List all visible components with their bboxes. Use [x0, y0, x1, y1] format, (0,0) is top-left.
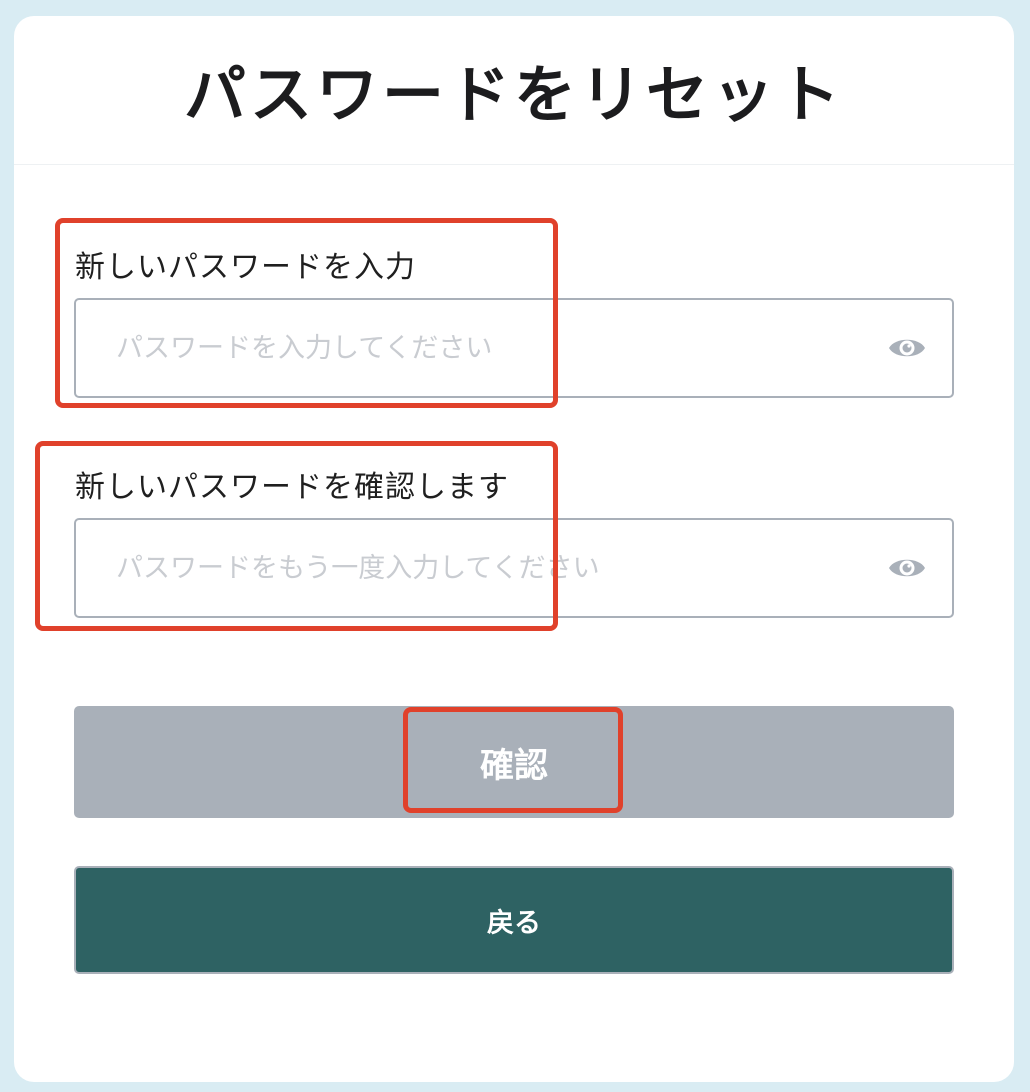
eye-icon [889, 559, 925, 577]
new-password-label: 新しいパスワードを入力 [75, 250, 416, 285]
back-button[interactable]: 戻る [74, 866, 954, 974]
new-password-visibility-toggle[interactable] [888, 333, 926, 363]
new-password-field-wrapper [74, 298, 954, 398]
card-header: パスワードをリセット [14, 16, 1014, 165]
eye-icon [889, 339, 925, 357]
confirm-password-label: 新しいパスワードを確認します [75, 470, 509, 505]
confirm-password-input[interactable] [76, 520, 952, 616]
confirm-button[interactable]: 確認 [74, 706, 954, 818]
new-password-input[interactable] [76, 300, 952, 396]
confirm-password-visibility-toggle[interactable] [888, 553, 926, 583]
reset-password-card: パスワードをリセット 新しいパスワードを入力 新しいパスワードを確認します 確認… [14, 16, 1014, 1082]
confirm-password-field-wrapper [74, 518, 954, 618]
page-title: パスワードをリセット [183, 58, 844, 131]
